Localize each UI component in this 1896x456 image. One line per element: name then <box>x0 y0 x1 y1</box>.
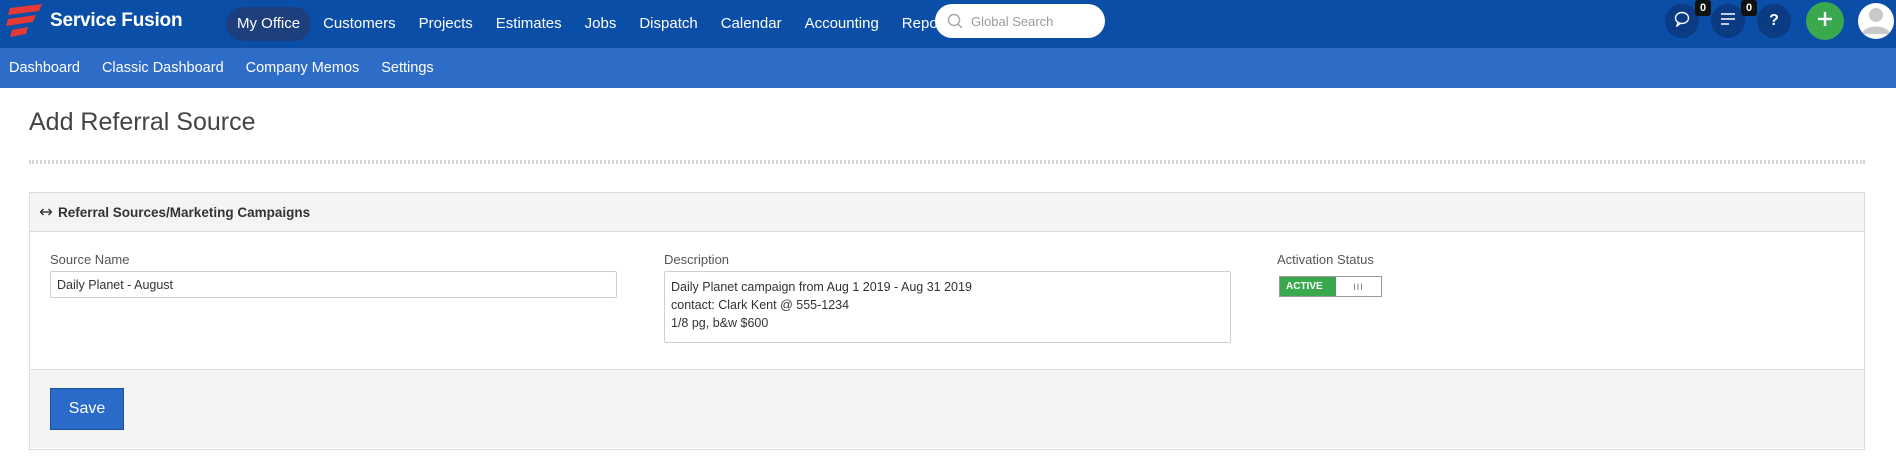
global-search-input[interactable] <box>971 13 1091 29</box>
chat-button[interactable]: 0 <box>1665 0 1711 38</box>
description-label: Description <box>664 252 730 267</box>
list-icon <box>1721 12 1735 30</box>
help-button[interactable]: ? <box>1757 4 1791 38</box>
referral-source-panel: Referral Sources/Marketing Campaigns Sou… <box>29 192 1865 450</box>
nav-my-office[interactable]: My Office <box>226 7 312 41</box>
nav-accounting[interactable]: Accounting <box>794 7 890 41</box>
divider <box>29 160 1865 164</box>
activation-status-label: Activation Status <box>1277 252 1374 267</box>
plus-icon <box>1817 11 1833 32</box>
chat-badge: 0 <box>1695 0 1711 16</box>
save-button[interactable]: Save <box>50 388 124 430</box>
description-textarea[interactable]: Daily Planet campaign from Aug 1 2019 - … <box>664 271 1231 343</box>
search-icon <box>947 13 963 34</box>
toggle-state-label: ACTIVE <box>1280 277 1336 296</box>
subnav-dashboard[interactable]: Dashboard <box>9 60 80 76</box>
global-search[interactable] <box>935 4 1105 38</box>
source-name-label: Source Name <box>50 252 130 267</box>
panel-body: Source Name Description Daily Planet cam… <box>30 232 1864 369</box>
chat-bubble-icon <box>1674 11 1690 32</box>
app-name: Service Fusion <box>50 10 183 31</box>
user-avatar[interactable] <box>1858 3 1894 39</box>
page-title: Add Referral Source <box>29 108 256 136</box>
tasks-badge: 0 <box>1741 0 1757 16</box>
toggle-handle: III <box>1353 281 1364 292</box>
nav-estimates[interactable]: Estimates <box>485 7 573 41</box>
source-name-input[interactable] <box>50 271 617 298</box>
tasks-button[interactable]: 0 <box>1711 0 1757 38</box>
add-button[interactable] <box>1806 2 1844 40</box>
horizontal-arrows-icon <box>40 208 52 216</box>
app-logo[interactable]: Service Fusion <box>6 4 183 38</box>
subnav-classic-dashboard[interactable]: Classic Dashboard <box>102 60 224 76</box>
nav-dispatch[interactable]: Dispatch <box>628 7 708 41</box>
subnav-settings[interactable]: Settings <box>381 60 433 76</box>
main-nav: My Office Customers Projects Estimates J… <box>226 7 966 41</box>
activation-status-toggle[interactable]: ACTIVE III <box>1279 276 1382 297</box>
nav-customers[interactable]: Customers <box>312 7 407 41</box>
top-navbar: Service Fusion My Office Customers Proje… <box>0 0 1896 48</box>
service-fusion-logo-icon <box>6 4 46 38</box>
sub-navbar: Dashboard Classic Dashboard Company Memo… <box>0 48 1896 88</box>
nav-projects[interactable]: Projects <box>408 7 484 41</box>
panel-title: Referral Sources/Marketing Campaigns <box>58 204 311 220</box>
panel-header[interactable]: Referral Sources/Marketing Campaigns <box>30 193 1864 232</box>
nav-calendar[interactable]: Calendar <box>710 7 793 41</box>
nav-jobs[interactable]: Jobs <box>574 7 628 41</box>
subnav-company-memos[interactable]: Company Memos <box>246 60 360 76</box>
panel-footer: Save <box>30 369 1864 448</box>
user-avatar-icon <box>1860 4 1892 39</box>
